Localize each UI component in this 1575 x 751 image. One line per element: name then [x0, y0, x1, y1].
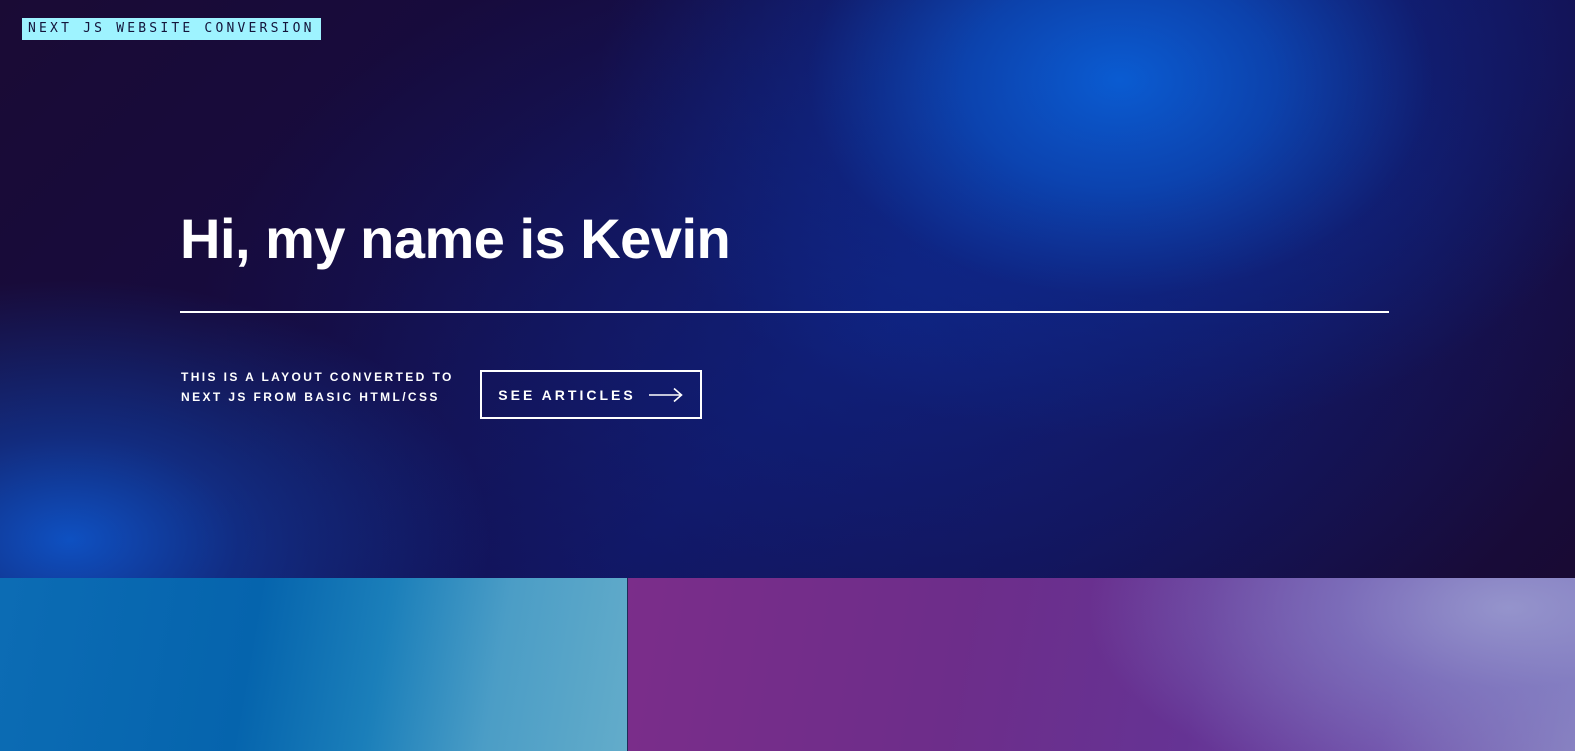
see-articles-label: SEE ARTICLES	[498, 386, 636, 403]
arrow-right-icon	[648, 387, 684, 403]
hero-subtitle-line-1: THIS IS A LAYOUT CONVERTED TO	[181, 370, 454, 384]
blue-tile[interactable]	[0, 578, 627, 751]
hero-title: Hi, my name is Kevin	[180, 207, 731, 270]
purple-tile[interactable]	[628, 578, 1575, 751]
hero-subtitle: THIS IS A LAYOUT CONVERTED TO NEXT JS FR…	[181, 367, 471, 407]
hero-subtitle-line-2: NEXT JS FROM BASIC HTML/CSS	[181, 390, 440, 404]
see-articles-button[interactable]: SEE ARTICLES	[480, 370, 702, 419]
hero-divider	[180, 311, 1389, 313]
page: NEXT JS WEBSITE CONVERSION Hi, my name i…	[0, 0, 1575, 751]
hero-section: NEXT JS WEBSITE CONVERSION Hi, my name i…	[0, 0, 1575, 578]
site-tag[interactable]: NEXT JS WEBSITE CONVERSION	[22, 18, 321, 40]
